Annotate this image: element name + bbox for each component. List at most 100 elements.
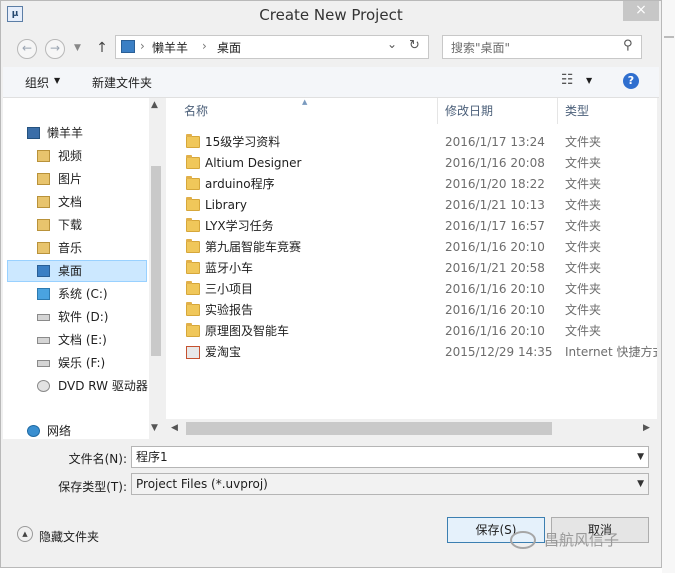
filename-label: 文件名(N): (68, 452, 127, 466)
scroll-up-icon[interactable]: ▲ (151, 100, 158, 110)
folder-icon (186, 323, 200, 337)
recent-locations-chevron-icon[interactable]: ▼ (74, 43, 81, 53)
file-type: 文件夹 (565, 303, 602, 317)
hide-folders-icon[interactable]: ▲ (17, 526, 33, 542)
column-header-name[interactable]: 名称 (184, 98, 208, 124)
back-button[interactable]: ← (17, 39, 37, 59)
file-name: arduino程序 (205, 177, 275, 191)
search-input[interactable]: 搜索"桌面" (451, 39, 510, 56)
scroll-right-icon[interactable]: ▶ (643, 423, 650, 433)
file-date: 2016/1/21 20:58 (445, 261, 545, 275)
sidebar-item-label: 视频 (58, 149, 83, 163)
table-row[interactable]: Altium Designer 2016/1/16 20:08 文件夹 (166, 153, 657, 174)
organize-button[interactable]: 组织 (25, 74, 49, 91)
table-row[interactable]: 原理图及智能车 2016/1/16 20:10 文件夹 (166, 321, 657, 342)
sidebar-item-drive-d[interactable]: 软件 (D:) (3, 306, 149, 328)
file-type: 文件夹 (565, 324, 602, 338)
search-icon[interactable]: ⚲ (623, 38, 633, 53)
refresh-icon[interactable]: ↻ (409, 38, 420, 53)
table-row[interactable]: arduino程序 2016/1/20 18:22 文件夹 (166, 174, 657, 195)
help-icon[interactable]: ? (623, 73, 639, 89)
breadcrumb-item-user[interactable]: 懒羊羊 (152, 39, 188, 56)
file-date: 2016/1/16 20:10 (445, 282, 545, 296)
navigation-scrollbar[interactable]: ▲ ▼ (149, 98, 163, 439)
sidebar-item-documents[interactable]: 文档 (3, 191, 149, 213)
table-row[interactable]: 爱淘宝 2015/12/29 14:35 Internet 快捷方式 (166, 342, 657, 363)
hide-folders-button[interactable]: 隐藏文件夹 (39, 528, 99, 545)
sidebar-item-videos[interactable]: 视频 (3, 145, 149, 167)
computer-icon (27, 127, 40, 139)
file-date: 2016/1/21 10:13 (445, 198, 545, 212)
folder-icon (186, 155, 200, 169)
drive-icon (37, 337, 50, 344)
sidebar-item-label: DVD RW 驱动器 (58, 379, 148, 393)
sidebar-item-label: 桌面 (58, 264, 83, 278)
sidebar-item-desktop[interactable]: 桌面 (7, 260, 147, 282)
sidebar-item-drive-c[interactable]: 系统 (C:) (3, 283, 149, 305)
folder-icon (186, 134, 200, 148)
filename-dropdown-icon[interactable]: ▼ (637, 447, 644, 467)
sidebar-item-label: 软件 (D:) (58, 310, 109, 324)
file-type: 文件夹 (565, 177, 602, 191)
table-row[interactable]: 三小项目 2016/1/16 20:10 文件夹 (166, 279, 657, 300)
folder-icon (186, 260, 200, 274)
filename-value[interactable]: 程序1 (136, 450, 168, 464)
file-list: ▲ 名称 修改日期 类型 15级学习资料 2016/1/17 13:24 文件夹… (166, 98, 657, 439)
file-type: 文件夹 (565, 198, 602, 212)
table-row[interactable]: 15级学习资料 2016/1/17 13:24 文件夹 (166, 132, 657, 153)
folder-icon (186, 218, 200, 232)
drive-icon (37, 360, 50, 367)
file-name: 实验报告 (205, 303, 254, 317)
file-name: Altium Designer (205, 156, 302, 170)
table-row[interactable]: 实验报告 2016/1/16 20:10 文件夹 (166, 300, 657, 321)
sidebar-item-computer[interactable]: 懒羊羊 (3, 122, 149, 144)
table-row[interactable]: LYX学习任务 2016/1/17 16:57 文件夹 (166, 216, 657, 237)
column-divider[interactable] (557, 98, 558, 124)
filetype-dropdown-icon[interactable]: ▼ (637, 474, 644, 494)
file-name: 原理图及智能车 (205, 324, 290, 338)
folder-icon (186, 239, 200, 253)
up-folder-button[interactable]: ↑ (95, 38, 109, 58)
breadcrumb-item-desktop[interactable]: 桌面 (217, 39, 241, 56)
filename-field[interactable]: 程序1 ▼ (131, 446, 649, 468)
sidebar-item-dvd[interactable]: DVD RW 驱动器 (3, 375, 149, 397)
background-window-edge (662, 0, 675, 573)
close-button[interactable]: × (623, 1, 659, 21)
folder-icon (186, 281, 200, 295)
address-bar[interactable]: › 懒羊羊 › 桌面 ⌄ ↻ (115, 35, 429, 59)
sidebar-item-pictures[interactable]: 图片 (3, 168, 149, 190)
breadcrumb-sep-icon: › (202, 39, 207, 53)
file-list-scroll-thumb[interactable] (186, 422, 552, 435)
file-type: 文件夹 (565, 219, 602, 233)
sidebar-item-network[interactable]: 网络 (3, 420, 149, 439)
view-chevron-icon[interactable]: ▼ (586, 76, 592, 85)
column-divider[interactable] (437, 98, 438, 124)
dvd-drive-icon (37, 380, 50, 392)
address-dropdown-icon[interactable]: ⌄ (387, 37, 397, 51)
sidebar-item-drive-f[interactable]: 娱乐 (F:) (3, 352, 149, 374)
column-header-date[interactable]: 修改日期 (445, 98, 493, 124)
column-header-type[interactable]: 类型 (565, 98, 589, 124)
file-date: 2016/1/16 20:08 (445, 156, 545, 170)
navigation-scroll-thumb[interactable] (151, 166, 161, 356)
file-type: 文件夹 (565, 261, 602, 275)
documents-library-icon (37, 196, 50, 208)
filetype-value[interactable]: Project Files (*.uvproj) (136, 477, 268, 491)
scroll-down-icon[interactable]: ▼ (151, 423, 158, 433)
forward-button[interactable]: → (45, 39, 65, 59)
sidebar-item-label: 下载 (58, 218, 83, 232)
file-list-scrollbar[interactable]: ◀ ▶ (166, 419, 657, 439)
scroll-left-icon[interactable]: ◀ (171, 423, 178, 433)
sidebar-item-music[interactable]: 音乐 (3, 237, 149, 259)
table-row[interactable]: Library 2016/1/21 10:13 文件夹 (166, 195, 657, 216)
filetype-select[interactable]: Project Files (*.uvproj) ▼ (131, 473, 649, 495)
folder-icon (186, 302, 200, 316)
table-row[interactable]: 第九届智能车竞赛 2016/1/16 20:10 文件夹 (166, 237, 657, 258)
view-options-icon[interactable]: ☷ (561, 72, 574, 88)
table-row[interactable]: 蓝牙小车 2016/1/21 20:58 文件夹 (166, 258, 657, 279)
title-bar: μ Create New Project × (1, 1, 661, 29)
search-box[interactable]: 搜索"桌面" ⚲ (442, 35, 642, 59)
new-folder-button[interactable]: 新建文件夹 (92, 74, 152, 91)
sidebar-item-drive-e[interactable]: 文档 (E:) (3, 329, 149, 351)
sidebar-item-downloads[interactable]: 下载 (3, 214, 149, 236)
